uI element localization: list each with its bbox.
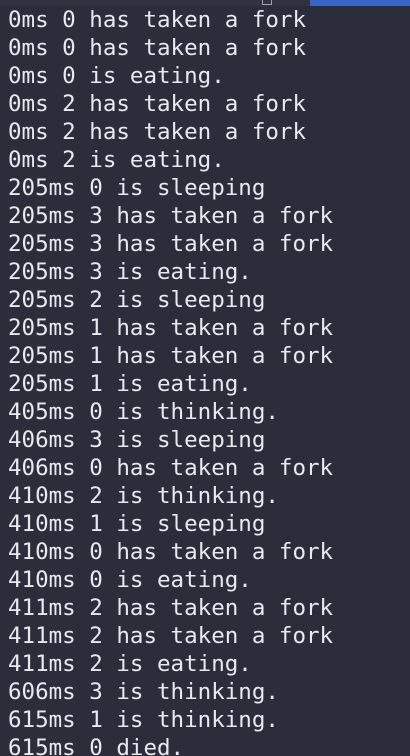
- output-line: 410ms 0 is eating.: [8, 567, 252, 593]
- output-line: 606ms 3 is thinking.: [8, 679, 279, 705]
- output-line: 410ms 0 has taken a fork: [8, 539, 334, 565]
- output-line: 411ms 2 has taken a fork: [8, 623, 334, 649]
- terminal-window[interactable]: 0ms 0 has taken a fork 0ms 0 has taken a…: [0, 0, 410, 756]
- output-line: 0ms 2 has taken a fork: [8, 91, 307, 117]
- output-line: 205ms 3 is eating.: [8, 259, 252, 285]
- output-line: 410ms 1 is sleeping: [8, 511, 266, 537]
- output-line: 205ms 3 has taken a fork: [8, 203, 334, 229]
- output-line: 0ms 2 has taken a fork: [8, 119, 307, 145]
- output-line: 205ms 2 is sleeping: [8, 287, 266, 313]
- output-line: 0ms 2 is eating.: [8, 147, 225, 173]
- output-line: 0ms 0 has taken a fork: [8, 35, 307, 61]
- output-line: 0ms 0 has taken a fork: [8, 7, 307, 33]
- output-line: 615ms 0 died.: [8, 735, 185, 756]
- output-line: 411ms 2 has taken a fork: [8, 595, 334, 621]
- terminal-output: 0ms 0 has taken a fork 0ms 0 has taken a…: [8, 6, 410, 756]
- cursor-marker: [262, 0, 272, 5]
- output-line: 411ms 2 is eating.: [8, 651, 252, 677]
- output-line: 205ms 3 has taken a fork: [8, 231, 334, 257]
- output-line: 410ms 2 is thinking.: [8, 483, 279, 509]
- output-line: 205ms 0 is sleeping: [8, 175, 266, 201]
- output-line: 205ms 1 has taken a fork: [8, 343, 334, 369]
- output-line: 405ms 0 is thinking.: [8, 399, 279, 425]
- output-line: 406ms 0 has taken a fork: [8, 455, 334, 481]
- output-line: 205ms 1 is eating.: [8, 371, 252, 397]
- output-line: 205ms 1 has taken a fork: [8, 315, 334, 341]
- output-line: 615ms 1 is thinking.: [8, 707, 279, 733]
- output-line: 406ms 3 is sleeping: [8, 427, 266, 453]
- output-line: 0ms 0 is eating.: [8, 63, 225, 89]
